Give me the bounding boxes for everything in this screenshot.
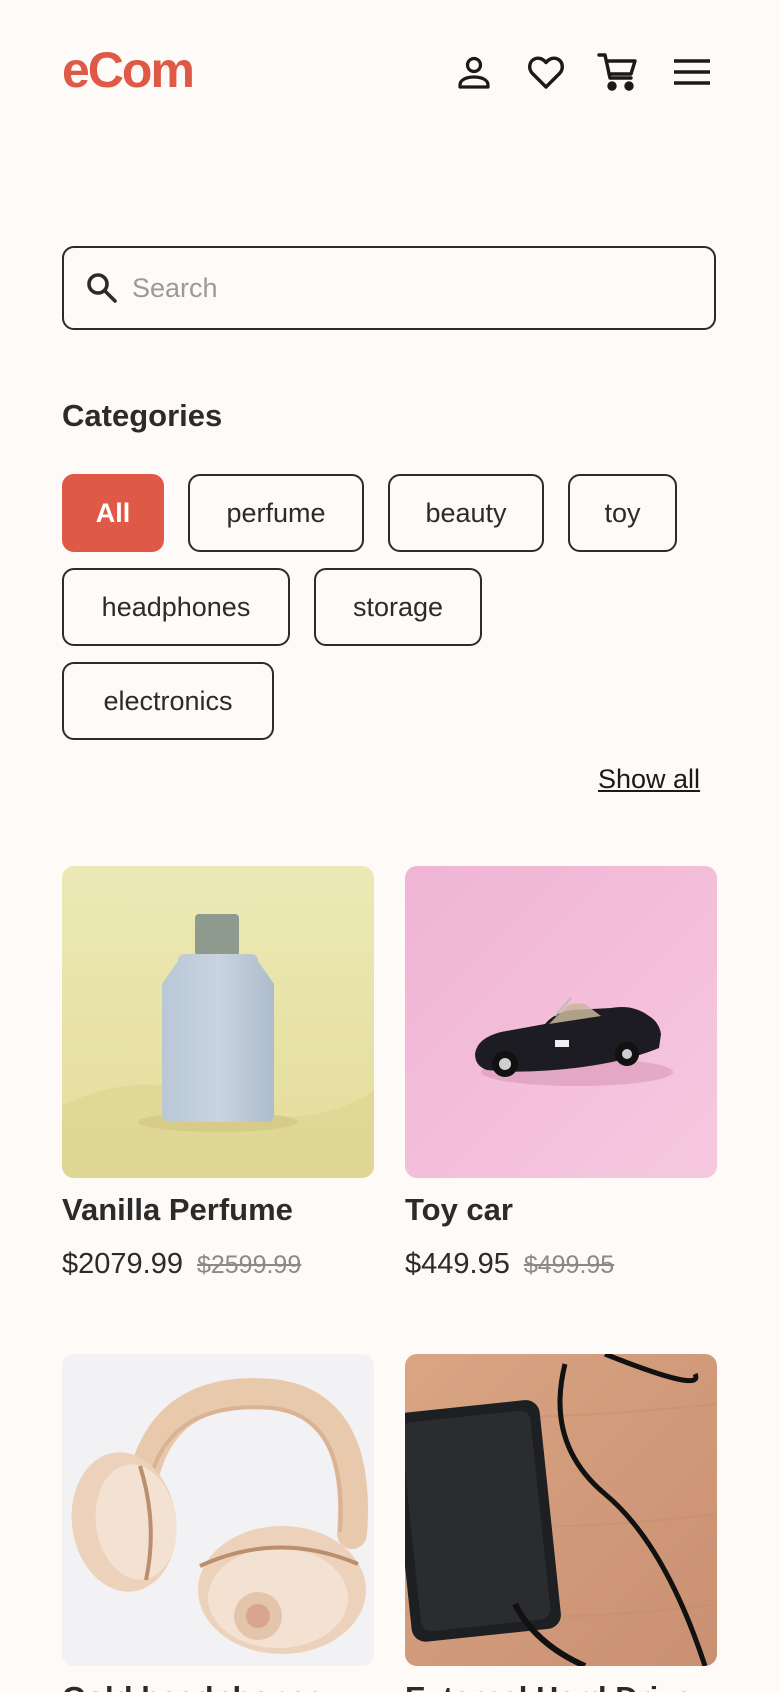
product-prices: $449.95 $499.95 [405,1248,717,1281]
user-icon[interactable] [452,50,496,94]
show-all-link[interactable]: Show all [598,764,700,795]
product-image-headphones[interactable] [62,1354,374,1666]
category-chip-storage[interactable]: storage [314,568,482,646]
category-chip-all[interactable]: All [62,474,164,552]
product-card[interactable]: Gold headphones [62,1354,374,1692]
product-image-toy-car[interactable] [405,866,717,1178]
header: eCom [62,40,718,110]
search-icon [87,273,117,303]
product-image-hard-drive[interactable] [405,1354,717,1666]
product-card[interactable]: Vanilla Perfume $2079.99 $2599.99 [62,866,374,1281]
search-bar [62,246,716,330]
product-name[interactable]: Vanilla Perfume [62,1192,374,1228]
heart-icon[interactable] [524,50,568,94]
product-prices: $2079.99 $2599.99 [62,1248,374,1281]
product-card[interactable]: External Hard Drive [405,1354,717,1692]
cart-icon[interactable] [596,50,640,94]
product-old-price: $2599.99 [196,1251,302,1279]
product-price: $2079.99 [62,1248,183,1280]
product-price: $449.95 [405,1248,510,1280]
category-chip-electronics[interactable]: electronics [62,662,274,740]
product-old-price: $499.95 [523,1251,615,1279]
categories-title: Categories [62,398,223,433]
category-chip-toy[interactable]: toy [568,474,677,552]
product-image-perfume[interactable] [62,866,374,1178]
product-name[interactable]: Toy car [405,1192,717,1228]
category-chip-headphones[interactable]: headphones [62,568,290,646]
product-card[interactable]: Toy car $449.95 $499.95 [405,866,717,1281]
menu-icon[interactable] [670,50,714,94]
search-input[interactable] [132,258,692,318]
category-chip-perfume[interactable]: perfume [188,474,364,552]
product-name[interactable]: Gold headphones [62,1680,374,1692]
product-name[interactable]: External Hard Drive [405,1680,717,1692]
logo[interactable]: eCom [62,40,195,100]
category-chip-beauty[interactable]: beauty [388,474,544,552]
